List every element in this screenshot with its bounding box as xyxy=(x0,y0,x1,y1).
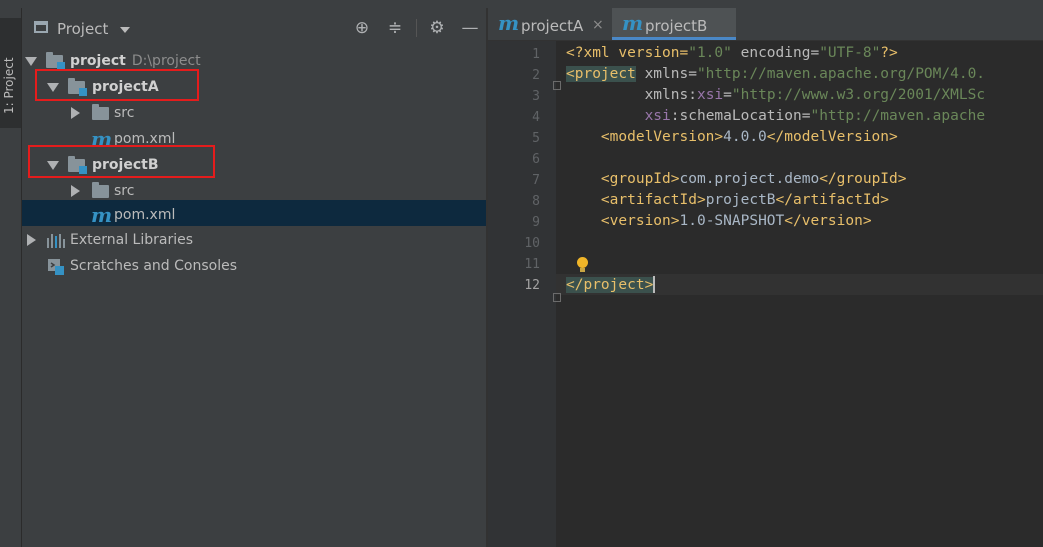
line-number: 8 xyxy=(532,194,540,209)
editor-tabs: m projectA × m projectB xyxy=(488,8,1043,41)
line-number: 6 xyxy=(532,152,540,167)
tree-item-label: src xyxy=(114,105,135,121)
line-number: 7 xyxy=(532,173,540,188)
tree-item-pom-xml-selected[interactable]: m pom.xml xyxy=(22,200,486,227)
tree-item-label: External Libraries xyxy=(70,232,193,248)
hide-panel-icon[interactable]: — xyxy=(460,18,480,38)
tree-item-external-libraries[interactable]: External Libraries xyxy=(22,227,486,253)
project-view-selector[interactable]: Project xyxy=(57,20,108,38)
folder-icon xyxy=(92,182,109,198)
tree-item-label: pom.xml xyxy=(114,207,176,223)
folder-icon xyxy=(92,104,109,120)
line-number: 4 xyxy=(532,110,540,125)
project-path: D:\project xyxy=(131,53,201,69)
fold-marker-icon[interactable] xyxy=(553,293,561,302)
line-number: 1 xyxy=(532,47,540,62)
code-line-3: xmlns:xsi="http://www.w3.org/2001/XMLSc xyxy=(644,87,986,103)
code-line-1: <?xml version="1.0" encoding="UTF-8"?> xyxy=(566,45,898,61)
line-number-gutter: 1 2 3 4 5 6 7 8 9 10 11 12 xyxy=(488,41,561,547)
tab-label: projectA xyxy=(521,17,584,35)
left-tool-window-bar: 1: Project xyxy=(0,8,22,547)
project-tab-label: 1: Project xyxy=(2,57,16,114)
tree-item-label: src xyxy=(114,183,135,199)
collapsed-arrow-icon[interactable] xyxy=(27,234,36,246)
locate-icon[interactable]: ⊕ xyxy=(352,18,372,38)
libraries-icon xyxy=(47,234,65,248)
project-view-icon xyxy=(34,21,48,33)
code-line-8: <artifactId>projectB</artifactId> xyxy=(600,192,890,208)
project-panel: Project ⊕ ≑ ⚙ — project D:\project projec… xyxy=(22,8,486,547)
code-line-9: <version>1.0-SNAPSHOT</version> xyxy=(600,213,872,229)
code-line-2: <project xmlns="http://maven.apache.org/… xyxy=(566,66,986,82)
chevron-down-icon[interactable] xyxy=(120,27,130,33)
line-number: 5 xyxy=(532,131,540,146)
line-number: 10 xyxy=(524,236,540,251)
code-line-12: </project> xyxy=(566,276,656,293)
expand-arrow-icon[interactable] xyxy=(25,57,37,66)
project-panel-header: Project ⊕ ≑ ⚙ — xyxy=(22,8,486,48)
tab-projectA[interactable]: m projectA × xyxy=(488,8,609,40)
code-line-7: <groupId>com.project.demo</groupId> xyxy=(600,171,907,187)
code-line-5: <modelVersion>4.0.0</modelVersion> xyxy=(600,129,898,145)
scratches-icon xyxy=(47,258,65,276)
highlight-box-projectA xyxy=(35,69,199,101)
line-number: 9 xyxy=(532,215,540,230)
line-number: 11 xyxy=(524,257,540,272)
line-number-current: 12 xyxy=(524,278,540,293)
active-tab-indicator xyxy=(612,37,736,40)
line-number: 2 xyxy=(532,68,540,83)
maven-icon: m xyxy=(622,11,644,35)
tree-item-label: project D:\project xyxy=(70,53,201,69)
fold-marker-icon[interactable] xyxy=(553,81,561,90)
module-folder-icon xyxy=(46,52,65,70)
toolbar-divider xyxy=(416,19,417,37)
tree-item-label: Scratches and Consoles xyxy=(70,258,237,274)
maven-icon: m xyxy=(498,11,520,35)
close-icon[interactable]: × xyxy=(592,17,604,33)
collapsed-arrow-icon[interactable] xyxy=(71,107,80,119)
maven-icon: m xyxy=(91,203,113,227)
code-area[interactable]: <?xml version="1.0" encoding="UTF-8"?> <… xyxy=(566,41,1043,547)
tree-item-src[interactable]: src xyxy=(22,100,486,126)
tab-projectB[interactable]: m projectB xyxy=(612,8,736,40)
collapsed-arrow-icon[interactable] xyxy=(71,185,80,197)
text-caret xyxy=(653,276,656,293)
collapse-all-icon[interactable]: ≑ xyxy=(385,18,405,38)
editor: m projectA × m projectB 1 2 3 4 5 6 7 8 … xyxy=(488,8,1043,547)
project-tool-window-tab[interactable]: 1: Project xyxy=(0,18,21,128)
highlight-box-projectB xyxy=(28,145,215,178)
line-number: 3 xyxy=(532,89,540,104)
tree-item-scratches[interactable]: Scratches and Consoles xyxy=(22,253,486,279)
tab-label: projectB xyxy=(645,17,708,35)
code-line-4: xsi:schemaLocation="http://maven.apache xyxy=(644,108,986,124)
gear-icon[interactable]: ⚙ xyxy=(427,18,447,38)
